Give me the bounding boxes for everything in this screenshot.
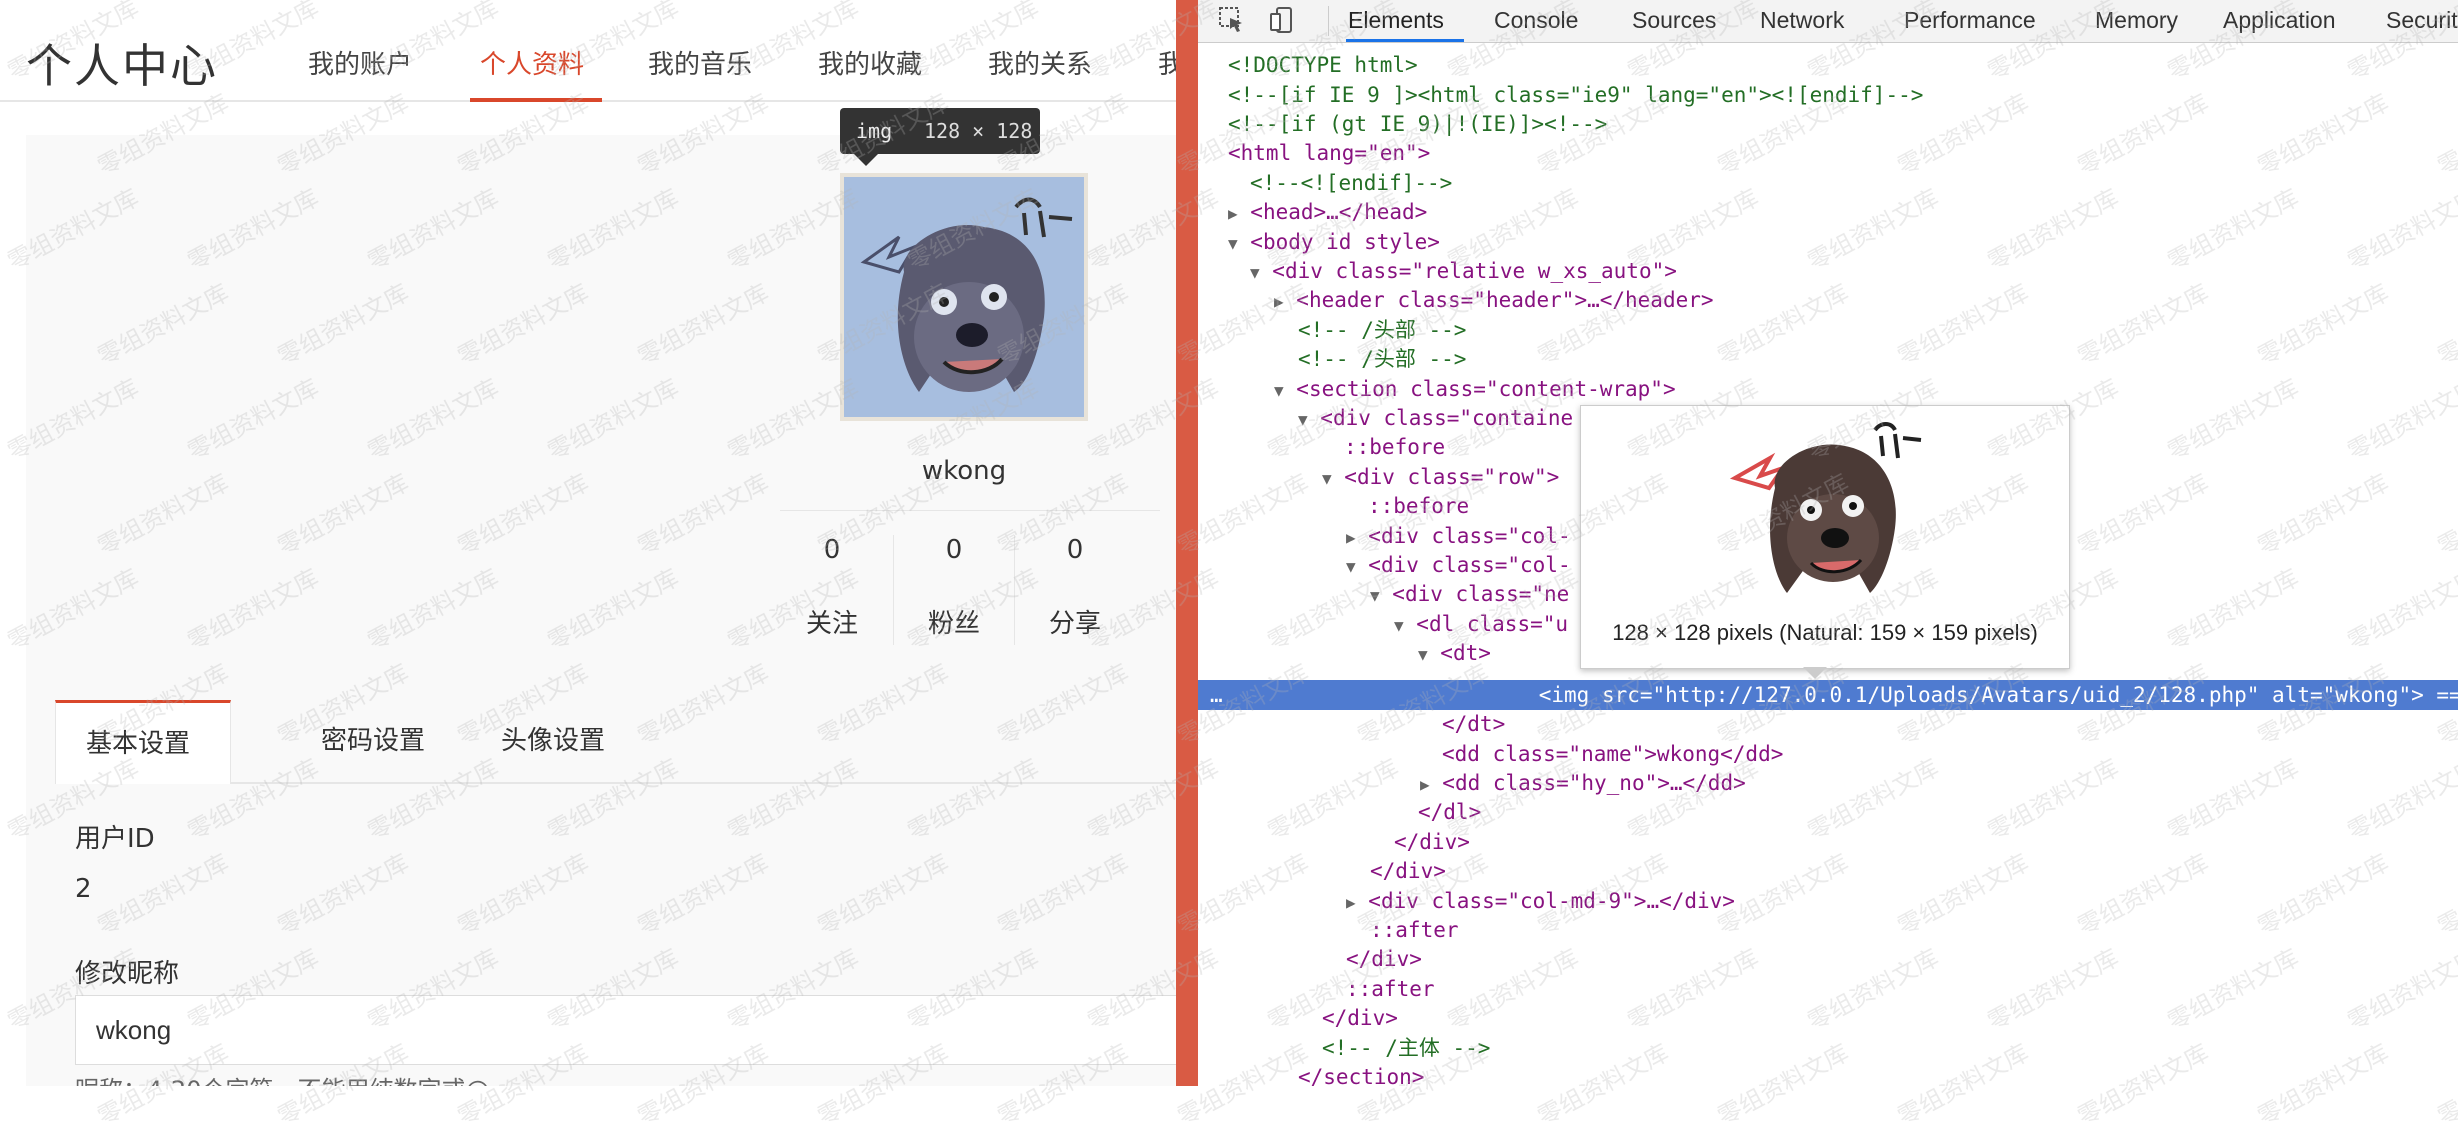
profile-name: wkong (921, 456, 1007, 486)
nav-my-relations[interactable]: 我的关系 (988, 44, 1092, 81)
site-title: 个人中心 (26, 39, 218, 93)
stat-label: 分享 (1048, 609, 1101, 639)
dom-node[interactable]: <!--<![endif]--> (1250, 168, 1452, 198)
toolbar-divider (1328, 6, 1329, 36)
devtools-tab-application[interactable]: Application (2223, 7, 2336, 34)
devtools-tab-console[interactable]: Console (1494, 7, 1578, 34)
tab-password-settings[interactable]: 密码设置 (291, 700, 455, 782)
dom-node[interactable]: </div> (1346, 944, 1422, 974)
dom-node[interactable]: </div> (1322, 1003, 1398, 1033)
image-preview-popup: 128 × 128 pixels (Natural: 159 × 159 pix… (1580, 405, 2070, 679)
stat-shares[interactable]: 0 分享 (1015, 535, 1135, 640)
tab-basic-settings[interactable]: 基本设置 (55, 700, 231, 784)
stat-followers[interactable]: 0 粉丝 (894, 535, 1014, 640)
dom-node[interactable]: ▼ <body id style> (1228, 227, 1440, 257)
stat-value: 0 (1066, 535, 1084, 565)
dom-node[interactable]: ▶ <dd class="hy_no">…</dd> (1420, 768, 1746, 798)
nav-profile[interactable]: 个人资料 (480, 44, 584, 81)
dom-node[interactable]: ▶ <div class="col- (1346, 521, 1571, 551)
tooltip-tag: img (856, 119, 893, 143)
active-devtools-tab-indicator (1346, 39, 1464, 42)
dom-node[interactable]: ▶ <div class="col-md-9">…</div> (1346, 886, 1735, 916)
dom-node[interactable]: ▼ <div class="col- (1346, 550, 1571, 580)
web-page-viewport: 个人中心 我的账户 个人资料 我的音乐 我的收藏 我的关系 我 img 128 … (0, 0, 1176, 1086)
dom-node[interactable]: ::before (1368, 491, 1469, 521)
avatar[interactable] (840, 173, 1088, 421)
tooltip-dimensions: 128 × 128 (924, 119, 1033, 143)
user-id-label: 用户ID (75, 824, 155, 854)
dom-node[interactable]: ▼ <section class="content-wrap"> (1274, 374, 1676, 404)
inspect-cursor-icon[interactable] (1218, 6, 1246, 34)
dom-node[interactable]: ::after (1370, 915, 1459, 945)
nickname-input[interactable] (75, 995, 1176, 1065)
devtools-toolbar: Elements Console Sources Network Perform… (1198, 0, 2458, 43)
devtools-tab-security[interactable]: Security (2386, 7, 2458, 34)
site-header: 个人中心 我的账户 个人资料 我的音乐 我的收藏 我的关系 我 (0, 0, 1176, 102)
dom-node[interactable]: <dd class="name">wkong</dd> (1442, 739, 1783, 769)
settings-tabs: 基本设置 密码设置 头像设置 (55, 700, 1176, 784)
dom-node[interactable]: <html lang="en"> (1228, 138, 1430, 168)
devtools-tab-sources[interactable]: Sources (1632, 7, 1716, 34)
nav-my-account[interactable]: 我的账户 (308, 44, 412, 81)
devtools-splitter[interactable] (1176, 0, 1198, 1086)
dom-node[interactable]: ▼ <dl class="u (1394, 609, 1568, 639)
stat-label: 关注 (805, 609, 858, 639)
dom-node[interactable]: </dt> (1442, 709, 1505, 739)
dom-node[interactable]: <!-- /主体 --> (1322, 1033, 1490, 1063)
devtools-tab-network[interactable]: Network (1760, 7, 1844, 34)
image-dimensions-caption: 128 × 128 pixels (Natural: 159 × 159 pix… (1612, 620, 2038, 645)
devtools-tab-performance[interactable]: Performance (1904, 7, 2036, 34)
dom-node[interactable]: ▼ <div class="ne (1370, 579, 1569, 609)
stat-value: 0 (945, 535, 963, 565)
tooltip-arrow (854, 154, 878, 166)
stat-value: 0 (823, 535, 841, 565)
profile-divider (780, 510, 1160, 511)
dom-node[interactable]: ▶ <header class="header">…</header> (1274, 285, 1714, 315)
dom-node[interactable]: </dl> (1418, 797, 1481, 827)
dom-node[interactable]: ▼ <div class="containe (1298, 403, 1573, 433)
inspect-element-tooltip: img 128 × 128 (840, 108, 1040, 166)
dom-node[interactable]: </div> (1394, 827, 1470, 857)
dom-node[interactable]: ▼ <div class="relative w_xs_auto"> (1250, 256, 1677, 286)
devtools-tab-elements[interactable]: Elements (1348, 7, 1444, 34)
selected-dom-node[interactable]: … <img src="http://127.0.0.1/Uploads/Ava… (1210, 680, 2458, 710)
dom-node[interactable]: <!-- /头部 --> (1298, 315, 1466, 345)
stat-label: 粉丝 (927, 609, 980, 639)
dom-node[interactable]: ▼ <dt> (1418, 638, 1491, 668)
dom-node[interactable]: <!--[if IE 9 ]><html class="ie9" lang="e… (1228, 80, 1923, 110)
dom-node[interactable]: <!--[if (gt IE 9)|!(IE)]><!--> (1228, 109, 1607, 139)
nav-my-music[interactable]: 我的音乐 (648, 44, 752, 81)
devtools-tab-memory[interactable]: Memory (2095, 7, 2178, 34)
dom-node[interactable]: <!DOCTYPE html> (1228, 50, 1418, 80)
dog-avatar-icon (860, 197, 1073, 392)
stat-following[interactable]: 0 关注 (772, 535, 892, 640)
nickname-label: 修改昵称 (75, 959, 180, 989)
avatar-image (844, 177, 1084, 417)
dom-node[interactable]: ▶ <head>…</head> (1228, 197, 1427, 227)
dom-node[interactable]: </div> (1370, 856, 1446, 886)
user-id-value: 2 (75, 874, 92, 904)
dom-node[interactable]: ▼ <div class="row"> (1322, 462, 1559, 492)
active-nav-indicator (470, 98, 602, 102)
dom-node[interactable]: ::before (1344, 432, 1445, 462)
dog-preview-icon (1729, 422, 1922, 593)
nav-my-favorites[interactable]: 我的收藏 (818, 44, 922, 81)
nav-more[interactable]: 我 (1158, 44, 1176, 81)
dom-node[interactable]: <!-- /头部 --> (1298, 344, 1466, 374)
popup-arrow (1803, 667, 1827, 679)
tab-avatar-settings[interactable]: 头像设置 (471, 700, 635, 782)
device-toolbar-icon[interactable] (1268, 6, 1296, 34)
nickname-hint: 昵称：4-20个字符，不能用纯数字或@ (75, 1070, 489, 1086)
dom-node[interactable]: </section> (1298, 1062, 1424, 1086)
dom-node[interactable]: ::after (1346, 974, 1435, 1004)
